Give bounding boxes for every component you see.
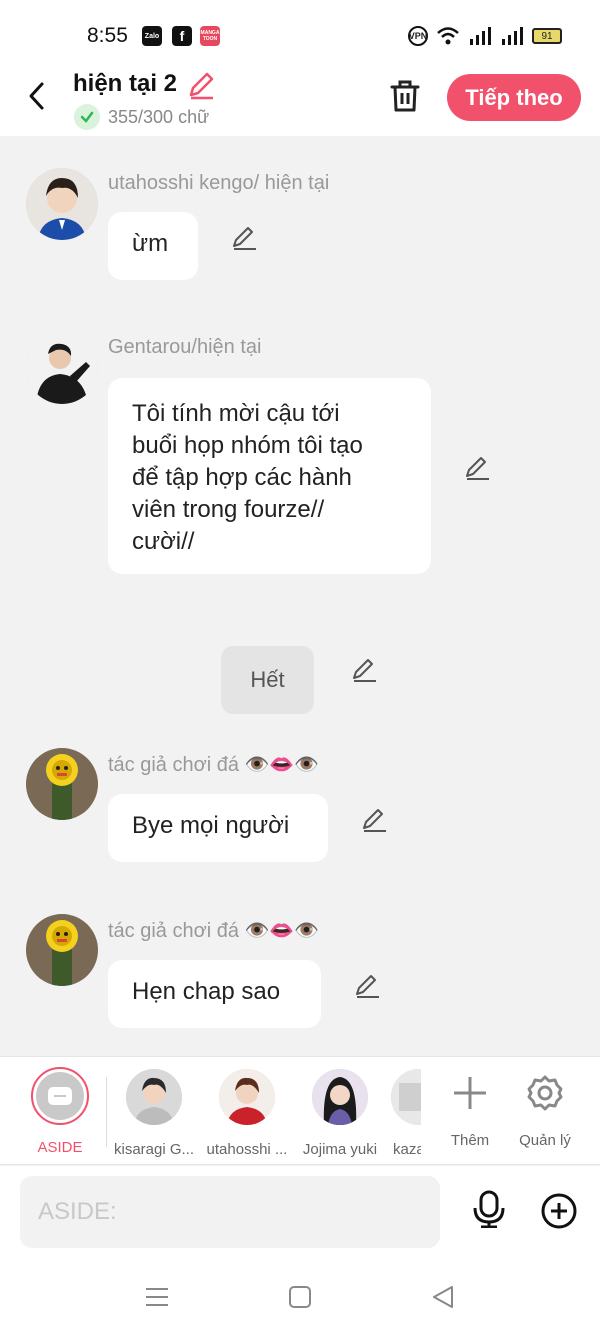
gear-icon: [527, 1075, 563, 1111]
message-line: viên trong fourze//: [132, 496, 325, 523]
avatar-author[interactable]: [26, 748, 98, 820]
check-icon: [74, 104, 100, 130]
input-row: [0, 1166, 600, 1256]
message-line: để tập hợp các hành: [132, 464, 352, 491]
trash-icon[interactable]: [388, 78, 422, 114]
character-aside[interactable]: ASIDE: [13, 1067, 107, 1156]
character-label: kisaragi G...: [113, 1141, 195, 1158]
status-time: 8:55: [87, 24, 128, 47]
microphone-icon[interactable]: [472, 1190, 506, 1228]
aside-avatar: [31, 1067, 89, 1125]
character-avatar: [391, 1069, 421, 1125]
edit-title-pencil-icon[interactable]: [186, 70, 216, 100]
message-bubble[interactable]: Hẹn chap sao: [108, 960, 321, 1028]
message-input[interactable]: [20, 1176, 440, 1248]
system-nav-bar: [0, 1256, 600, 1333]
edit-pencil-icon[interactable]: [463, 454, 491, 482]
character-kisaragi[interactable]: kisaragi G...: [107, 1067, 201, 1158]
edit-pencil-icon[interactable]: [360, 806, 388, 834]
character-utahosshi[interactable]: utahosshi ...: [200, 1067, 294, 1158]
character-avatar: [126, 1069, 182, 1125]
character-jojima[interactable]: Jojima yuki: [293, 1067, 387, 1158]
message-bubble[interactable]: ừm: [108, 212, 198, 280]
manage-button[interactable]: Quản lý: [498, 1067, 592, 1149]
signal-icon: [470, 27, 491, 45]
character-label: ASIDE: [37, 1139, 83, 1156]
back-arrow-icon[interactable]: [22, 80, 54, 112]
story-title: hiện tại 2: [73, 70, 178, 97]
character-bar: ASIDE kisaragi G... utahosshi ... Jojima…: [0, 1056, 600, 1165]
avatar-utahosshi[interactable]: [26, 168, 98, 240]
facebook-app-icon: f: [172, 26, 192, 46]
sender-name: tác giả chơi đá 👁️👄👁️: [108, 754, 320, 776]
character-avatar: [219, 1069, 275, 1125]
word-count: 355/300 chữ: [108, 106, 210, 127]
character-label: Jojima yuki: [302, 1141, 378, 1158]
menu-icon[interactable]: [144, 1284, 170, 1310]
word-count-row: 355/300 chữ: [74, 104, 209, 130]
home-square-icon[interactable]: [287, 1284, 313, 1310]
edit-pencil-icon[interactable]: [230, 224, 258, 252]
edit-pencil-icon[interactable]: [350, 656, 378, 684]
manage-label: Quản lý: [519, 1132, 571, 1149]
character-label: kaza: [393, 1141, 421, 1158]
message-line: cười//: [132, 528, 195, 555]
character-label: utahosshi ...: [206, 1141, 288, 1158]
sender-name: utahosshi kengo/ hiện tại: [108, 172, 330, 194]
status-bar: 8:55 Zalo f MANGA TOON VPN 91: [0, 0, 600, 70]
avatar-author[interactable]: [26, 914, 98, 986]
chat-area: utahosshi kengo/ hiện tại ừm Gentarou/hi…: [0, 136, 600, 1056]
battery-icon: 91: [532, 28, 562, 44]
back-triangle-icon[interactable]: [430, 1284, 456, 1310]
message-bubble[interactable]: Bye mọi người: [108, 794, 328, 862]
end-marker[interactable]: Hết: [221, 646, 314, 714]
signal-icon-2: [502, 27, 523, 45]
zalo-app-icon: Zalo: [142, 26, 162, 46]
plus-icon: [454, 1077, 486, 1109]
character-avatar: [312, 1069, 368, 1125]
sender-name: Gentarou/hiện tại: [108, 336, 262, 358]
next-button[interactable]: Tiếp theo: [447, 74, 581, 121]
message-bubble[interactable]: Tôi tính mời cậu tới buổi họp nhóm tôi t…: [108, 378, 431, 574]
character-kaza[interactable]: kaza: [387, 1067, 421, 1158]
wifi-icon: [437, 27, 459, 45]
sender-name: tác giả chơi đá 👁️👄👁️: [108, 920, 320, 942]
edit-pencil-icon[interactable]: [353, 972, 381, 1000]
header: hiện tại 2 355/300 chữ Tiếp theo: [0, 70, 600, 136]
avatar-gentarou[interactable]: [26, 332, 98, 404]
mangatoon-app-icon: MANGA TOON: [200, 26, 220, 46]
message-line: buổi họp nhóm tôi tạo: [132, 432, 363, 459]
vpn-icon: VPN: [408, 26, 428, 46]
add-circle-icon[interactable]: [540, 1192, 578, 1230]
message-line: Tôi tính mời cậu tới: [132, 400, 340, 427]
chat-bubble-icon: [48, 1087, 72, 1105]
